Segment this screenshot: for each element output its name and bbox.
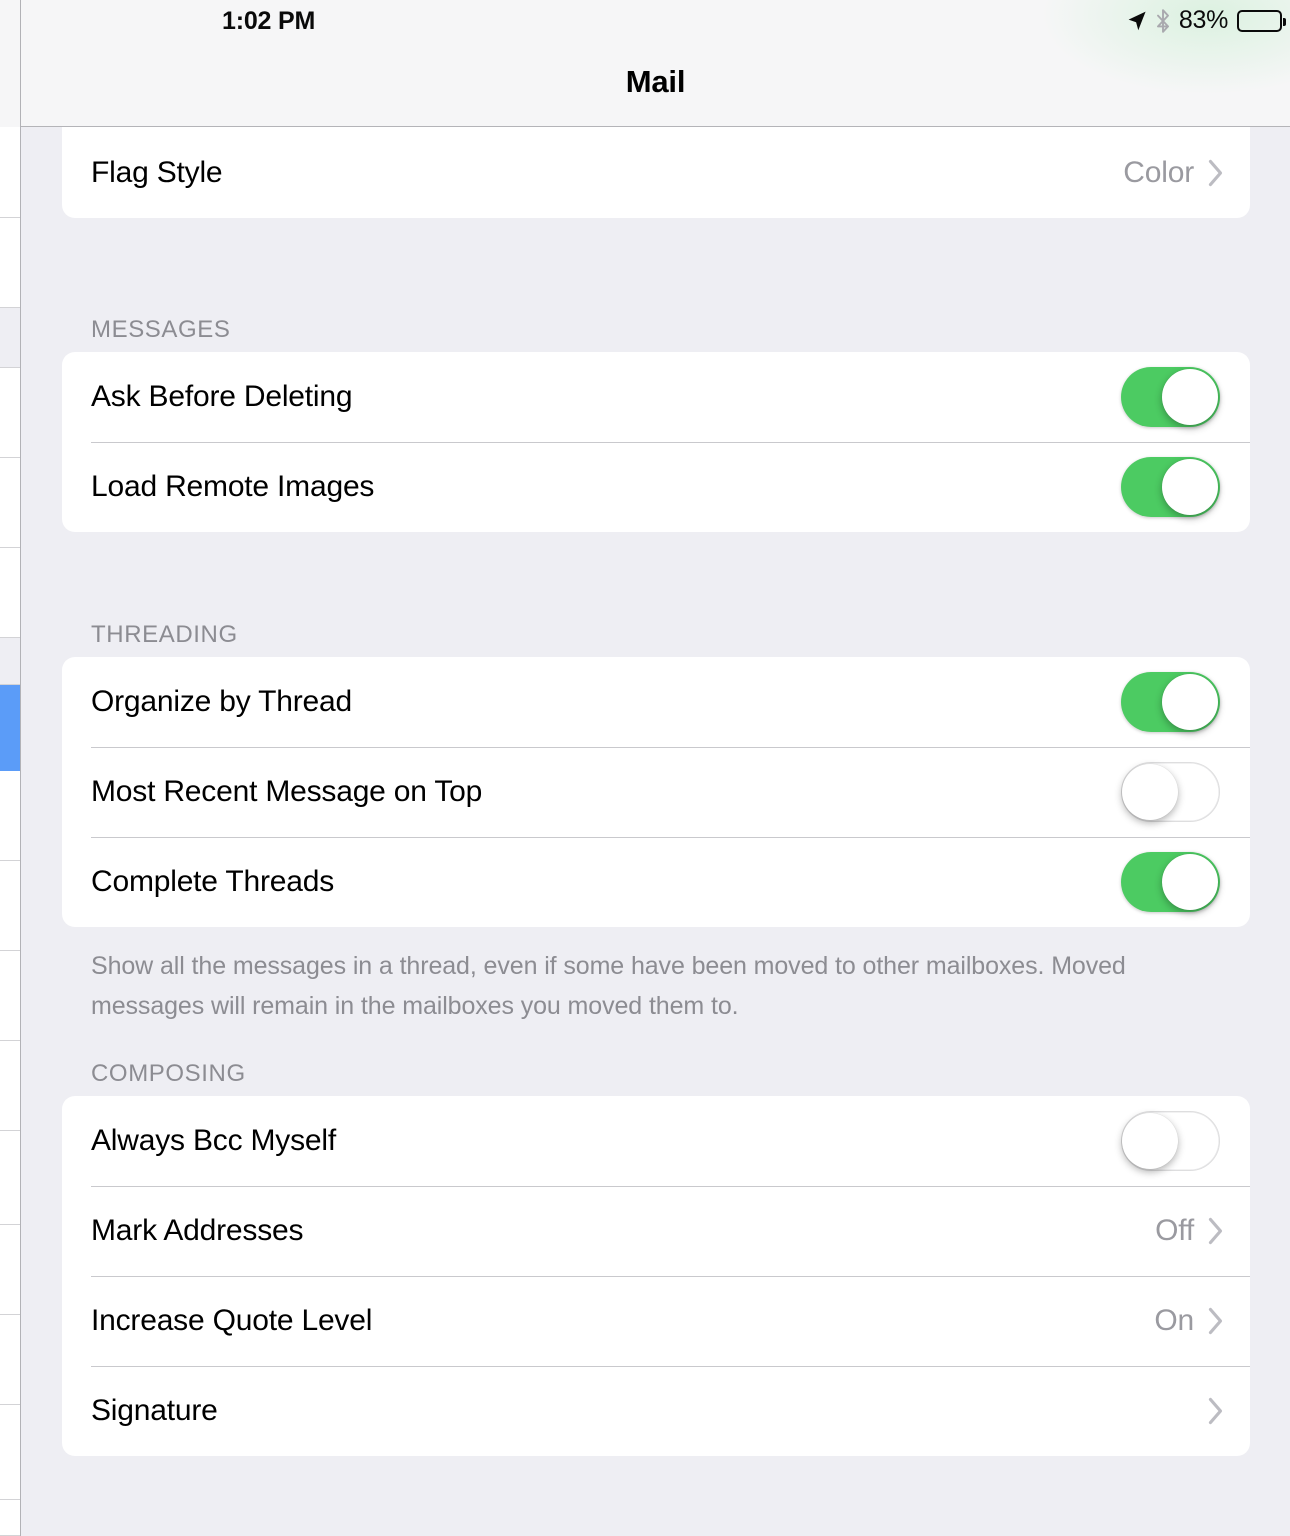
row-accessory: Color [1123,156,1224,190]
sidebar-group-header [0,638,20,685]
settings-group-composing: Always Bcc Myself Mark Addresses Off Inc… [62,1096,1250,1456]
row-label: Always Bcc Myself [91,1124,336,1157]
section-header-threading: THREADING [91,621,238,648]
row-label: Increase Quote Level [91,1304,373,1337]
toggle-always-bcc-myself[interactable] [1121,1111,1220,1171]
section-footer-threading: Show all the messages in a thread, even … [91,952,1126,1020]
row-mark-addresses[interactable]: Mark Addresses Off [62,1186,1250,1276]
page-title: Mail [625,64,686,99]
row-label: Ask Before Deleting [91,380,353,413]
sidebar-list-item-selected[interactable] [0,685,20,771]
row-always-bcc-myself[interactable]: Always Bcc Myself [62,1096,1250,1186]
sidebar-list-item[interactable] [0,1315,20,1405]
chevron-right-icon [1208,159,1223,187]
settings-group-messages: Ask Before Deleting Load Remote Images [62,352,1250,532]
sidebar-list-item[interactable] [0,458,20,548]
location-arrow-icon [1128,11,1146,30]
sidebar-list-item[interactable] [0,1405,20,1500]
split-view-sidebar[interactable] [0,0,21,1536]
battery-percent-label: 83% [1178,6,1228,34]
row-increase-quote-level[interactable]: Increase Quote Level On [62,1276,1250,1366]
toggle-knob [1122,1113,1178,1169]
sidebar-list-item[interactable] [0,1500,20,1536]
row-label: Complete Threads [91,865,335,898]
toggle-knob [1162,854,1218,910]
row-accessory [1208,1397,1224,1425]
toggle-knob [1162,674,1218,730]
row-accessory [1121,367,1224,427]
row-accessory [1121,852,1224,912]
row-label: Organize by Thread [91,685,352,718]
bluetooth-icon [1156,8,1169,33]
section-header-composing: COMPOSING [91,1060,246,1087]
toggle-ask-before-deleting[interactable] [1121,367,1220,427]
toggle-knob [1162,459,1218,515]
status-time: 1:02 PM [222,7,316,35]
settings-screen: Mail 1:02 PM 83% Flag Style Color MESSAG… [0,0,1290,1536]
toggle-knob [1162,369,1218,425]
toggle-load-remote-images[interactable] [1121,457,1220,517]
row-accessory [1121,762,1224,822]
sidebar-list-item[interactable] [0,1131,20,1225]
settings-content[interactable]: Flag Style Color MESSAGES Ask Before Del… [21,106,1290,1536]
sidebar-group-header [0,308,20,368]
row-organize-by-thread[interactable]: Organize by Thread [62,657,1250,747]
row-signature[interactable]: Signature [62,1366,1250,1456]
row-accessory: On [1154,1304,1224,1338]
row-accessory [1121,457,1224,517]
section-header-messages: MESSAGES [91,316,231,343]
row-value: Off [1155,1214,1194,1247]
row-load-remote-images[interactable]: Load Remote Images [62,442,1250,532]
chevron-right-icon [1208,1217,1223,1245]
toggle-organize-by-thread[interactable] [1121,672,1220,732]
row-value: Color [1123,156,1194,189]
chevron-right-icon [1208,1307,1223,1335]
row-label: Load Remote Images [91,470,375,503]
row-accessory [1121,1111,1224,1171]
sidebar-list-item[interactable] [0,861,20,951]
sidebar-list-item[interactable] [0,951,20,1041]
sidebar-list-item[interactable] [0,368,20,458]
row-label: Most Recent Message on Top [91,775,483,808]
sidebar-list-item[interactable] [0,1041,20,1131]
row-value: On [1154,1304,1194,1337]
sidebar-list-item[interactable] [0,128,20,218]
row-accessory: Off [1155,1214,1224,1248]
toggle-most-recent-message-on-top[interactable] [1121,762,1220,822]
row-label: Signature [91,1394,218,1427]
row-label: Mark Addresses [91,1214,304,1247]
sidebar-list-item[interactable] [0,1225,20,1315]
sidebar-list-item[interactable] [0,771,20,861]
settings-group-threading: Organize by Thread Most Recent Message o… [62,657,1250,927]
sidebar-status-area [0,0,20,127]
row-complete-threads[interactable]: Complete Threads [62,837,1250,927]
row-label: Flag Style [91,156,223,189]
battery-icon [1237,9,1286,32]
toggle-complete-threads[interactable] [1121,852,1220,912]
status-indicators: 83% [1127,6,1286,35]
status-bar: 1:02 PM 83% [21,0,1290,40]
sidebar-list-item[interactable] [0,548,20,638]
row-most-recent-message-on-top[interactable]: Most Recent Message on Top [62,747,1250,837]
toggle-knob [1122,764,1178,820]
sidebar-list-item[interactable] [0,218,20,308]
row-accessory [1121,672,1224,732]
chevron-right-icon [1208,1397,1223,1425]
row-ask-before-deleting[interactable]: Ask Before Deleting [62,352,1250,442]
